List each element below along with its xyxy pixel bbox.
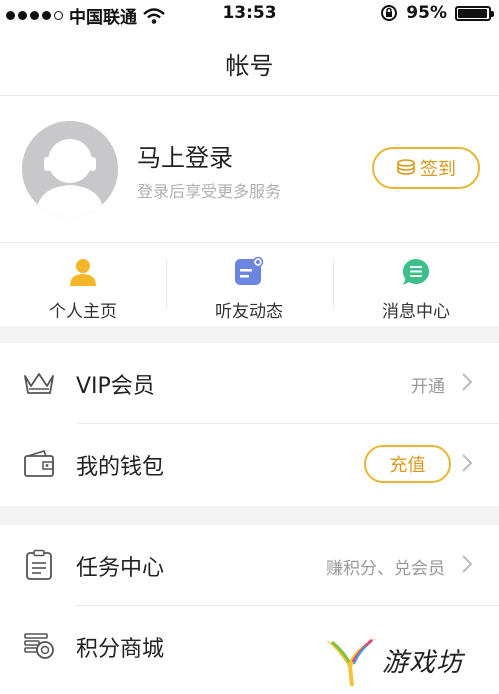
recharge-button[interactable]: 充值 bbox=[364, 445, 451, 483]
menu-label: 积分商城 bbox=[76, 637, 165, 662]
profile-section[interactable]: 马上登录 登录后享受更多服务 签到 bbox=[0, 96, 499, 242]
quick-links: 个人主页 听友动态 消息中心 bbox=[0, 242, 499, 326]
avatar[interactable] bbox=[22, 121, 118, 217]
menu-label: 任务中心 bbox=[76, 556, 165, 581]
quick-link-profile[interactable]: 个人主页 bbox=[0, 243, 166, 327]
sign-in-label: 签到 bbox=[420, 159, 456, 180]
quick-link-label: 听友动态 bbox=[215, 302, 283, 322]
menu-row-wallet[interactable]: 我的钱包 充值 bbox=[0, 424, 499, 504]
sign-in-button[interactable]: 签到 bbox=[372, 147, 480, 189]
wallet-icon bbox=[24, 450, 54, 477]
menu-row-tasks[interactable]: 任务中心 赚积分、兑会员 bbox=[0, 525, 499, 605]
vip-activate-text[interactable]: 开通 bbox=[411, 372, 445, 397]
message-icon bbox=[402, 258, 430, 285]
quick-link-label: 消息中心 bbox=[382, 302, 450, 322]
battery-icon bbox=[455, 5, 494, 21]
menu-label: 我的钱包 bbox=[76, 455, 165, 480]
login-subtitle: 登录后享受更多服务 bbox=[137, 182, 282, 201]
chevron-right-icon bbox=[462, 454, 473, 472]
chevron-right-icon bbox=[462, 555, 473, 573]
status-right: 95% bbox=[380, 3, 494, 23]
chevron-right-icon bbox=[462, 373, 473, 391]
watermark: 游戏坊 bbox=[322, 632, 492, 688]
quick-link-messages[interactable]: 消息中心 bbox=[333, 243, 499, 327]
person-icon bbox=[70, 259, 96, 286]
crown-icon bbox=[24, 373, 54, 394]
tasks-hint-text: 赚积分、兑会员 bbox=[326, 559, 445, 579]
section-separator bbox=[0, 326, 499, 343]
watermark-text: 游戏坊 bbox=[382, 648, 464, 678]
watermark-logo-icon bbox=[326, 638, 376, 686]
default-avatar-icon bbox=[22, 121, 118, 217]
coins-icon bbox=[24, 633, 54, 659]
rotation-lock-icon bbox=[381, 5, 398, 21]
feed-icon bbox=[235, 257, 264, 285]
menu-label: VIP会员 bbox=[76, 374, 155, 399]
nav-bar: 帐号 bbox=[0, 28, 499, 96]
quick-link-feed[interactable]: 听友动态 bbox=[166, 243, 332, 327]
menu-row-vip[interactable]: VIP会员 开通 bbox=[0, 343, 499, 423]
status-bar: 中国联通 13:53 95% bbox=[0, 0, 499, 28]
clipboard-icon bbox=[26, 549, 52, 580]
quick-link-label: 个人主页 bbox=[49, 302, 117, 322]
login-link[interactable]: 马上登录 bbox=[137, 138, 233, 173]
section-separator bbox=[0, 506, 499, 525]
coins-stack-icon bbox=[397, 159, 415, 175]
page-title: 帐号 bbox=[225, 52, 274, 80]
battery-percent: 95% bbox=[406, 3, 447, 23]
